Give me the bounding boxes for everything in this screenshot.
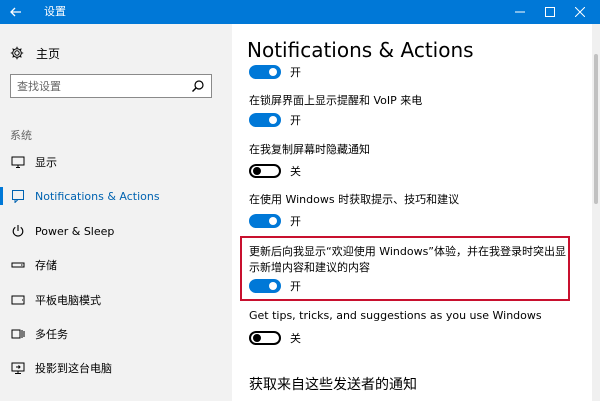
storage-icon [11, 262, 25, 268]
setting-label-hide-when-duplicating: 在我复制屏幕时隐藏通知 [249, 143, 370, 156]
toggle-state-label: 关 [290, 332, 301, 345]
sidebar-item-label: 存储 [35, 259, 57, 272]
toggle-switch[interactable] [249, 65, 281, 79]
scrollbar[interactable] [592, 24, 600, 401]
sidebar-item-storage[interactable]: 存储 [0, 248, 232, 282]
search-icon[interactable] [191, 79, 205, 93]
close-button[interactable] [565, 0, 595, 24]
toggle-tips-tricks[interactable] [249, 214, 281, 228]
back-arrow-icon [10, 7, 21, 17]
setting-row: 关 [249, 163, 301, 179]
close-icon [575, 7, 585, 17]
sidebar-item-label: 平板电脑模式 [35, 294, 101, 307]
home-nav-item[interactable]: 主页 [10, 44, 60, 62]
page-title: Notifications & Actions [247, 38, 474, 62]
toggle-get-tips-english[interactable] [249, 331, 281, 345]
scroll-thumb[interactable] [594, 54, 598, 204]
toggle-state-label: 开 [290, 114, 301, 127]
setting-row: 开 [249, 213, 301, 229]
toggle-knob [269, 282, 277, 290]
sidebar-item-label: 显示 [35, 156, 57, 169]
section-heading-senders: 获取来自这些发送者的通知 [249, 377, 417, 393]
toggle-knob [269, 217, 277, 225]
setting-label-lock-screen-reminders: 在锁屏界面上显示提醒和 VoIP 来电 [249, 94, 423, 107]
sidebar-item-display[interactable]: 显示 [0, 145, 232, 179]
setting-row: 开 [249, 278, 301, 294]
sidebar-item-label: 投影到这台电脑 [35, 362, 112, 375]
main-content: Notifications & Actions 开 在锁屏界面上显示提醒和 Vo… [232, 24, 592, 401]
toggle-state-label: 开 [290, 280, 301, 293]
maximize-button[interactable] [535, 0, 565, 24]
back-button[interactable] [0, 0, 32, 24]
sidebar-item-tablet-mode[interactable]: 平板电脑模式 [0, 283, 232, 317]
minimize-icon [515, 11, 525, 13]
toggle-knob [253, 334, 261, 342]
window-title: 设置 [44, 5, 66, 18]
maximize-icon [545, 7, 555, 17]
sidebar-item-multitasking[interactable]: 多任务 [0, 317, 232, 351]
multitask-icon [11, 329, 25, 339]
sidebar-item-notifications[interactable]: Notifications & Actions [0, 179, 232, 213]
toggle-welcome-experience[interactable] [249, 279, 281, 293]
monitor-icon [11, 156, 25, 168]
toggle-knob [269, 116, 277, 124]
setting-label-get-tips-english: Get tips, tricks, and suggestions as you… [249, 309, 542, 322]
setting-label-tips-tricks: 在使用 Windows 时获取提示、技巧和建议 [249, 193, 460, 206]
toggle-state-label: 开 [290, 66, 301, 79]
title-bar: 设置 [0, 0, 600, 24]
notification-icon [12, 190, 24, 203]
minimize-button[interactable] [505, 0, 535, 24]
search-input[interactable] [17, 76, 187, 97]
toggle-knob [253, 167, 261, 175]
sidebar-item-label: Notifications & Actions [35, 189, 160, 203]
setting-row: 开 [249, 64, 301, 80]
sidebar: 主页 系统 显示 Notifications & Actions Power &… [0, 24, 232, 401]
project-icon [11, 362, 25, 374]
toggle-hide-when-duplicating[interactable] [249, 164, 281, 178]
setting-row: 关 [249, 330, 301, 346]
toggle-state-label: 开 [290, 215, 301, 228]
section-label-system: 系统 [10, 129, 32, 142]
power-icon [12, 225, 24, 237]
home-label: 主页 [36, 46, 61, 61]
setting-label-welcome-experience: 更新后向我显示“欢迎使用 Windows”体验，并在我登录时突出显示新增内容和建… [249, 245, 566, 274]
toggle-lock-screen-reminders[interactable] [249, 113, 281, 127]
toggle-knob [269, 68, 277, 76]
sidebar-item-label: Power & Sleep [35, 224, 115, 238]
sidebar-item-power-sleep[interactable]: Power & Sleep [0, 214, 232, 248]
sidebar-item-project-to-pc[interactable]: 投影到这台电脑 [0, 351, 232, 385]
gear-icon [10, 46, 24, 60]
toggle-state-label: 关 [290, 165, 301, 178]
sidebar-item-label: 多任务 [35, 328, 68, 341]
search-box [10, 74, 212, 98]
tablet-icon [11, 295, 25, 305]
setting-row: 开 [249, 112, 301, 128]
